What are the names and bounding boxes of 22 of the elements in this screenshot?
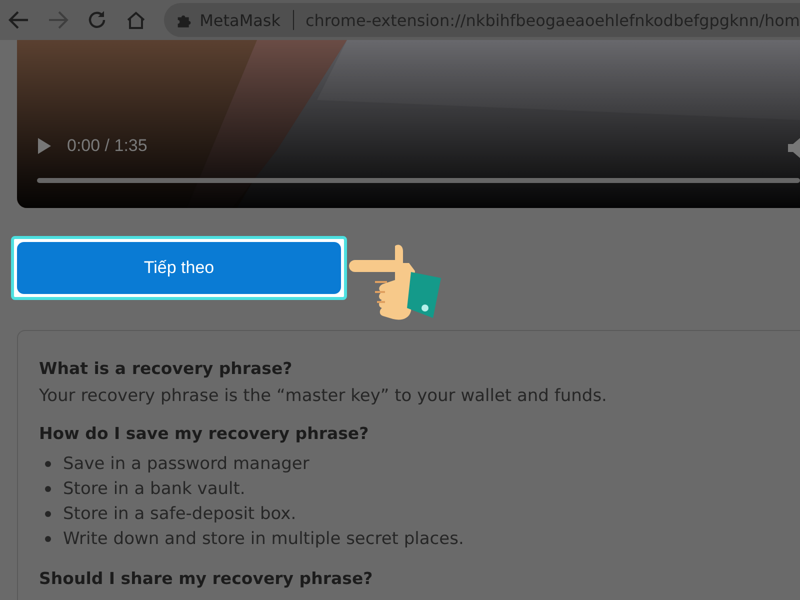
list-item: Save in a password manager <box>63 454 310 474</box>
progress-track[interactable] <box>37 178 800 183</box>
pointing-hand-icon <box>349 244 443 322</box>
next-button[interactable]: Tiếp theo <box>11 236 347 300</box>
home-icon[interactable] <box>125 9 147 31</box>
list-item: Write down and store in multiple secret places. <box>63 528 464 548</box>
forward-icon[interactable] <box>47 9 69 31</box>
question-heading: What is a recovery phrase? <box>39 359 294 378</box>
bullet-icon <box>45 486 51 492</box>
question-heading: How do I save my recovery phrase? <box>39 424 370 443</box>
volume-icon[interactable] <box>788 138 800 158</box>
bullet-icon <box>45 536 51 542</box>
reload-icon[interactable] <box>86 9 108 31</box>
video-time: 0:00 / 1:35 <box>67 136 148 156</box>
play-icon[interactable] <box>37 138 51 154</box>
bullet-icon <box>45 460 51 466</box>
answer-text: Your recovery phrase is the “master key” to your wallet and funds. <box>39 386 608 406</box>
bullet-icon <box>45 510 51 516</box>
question-heading: Should I share my recovery phrase? <box>39 569 374 588</box>
back-icon[interactable] <box>8 9 30 31</box>
list-item: Store in a safe-deposit box. <box>63 504 296 524</box>
list-item: Store in a bank vault. <box>63 478 246 498</box>
